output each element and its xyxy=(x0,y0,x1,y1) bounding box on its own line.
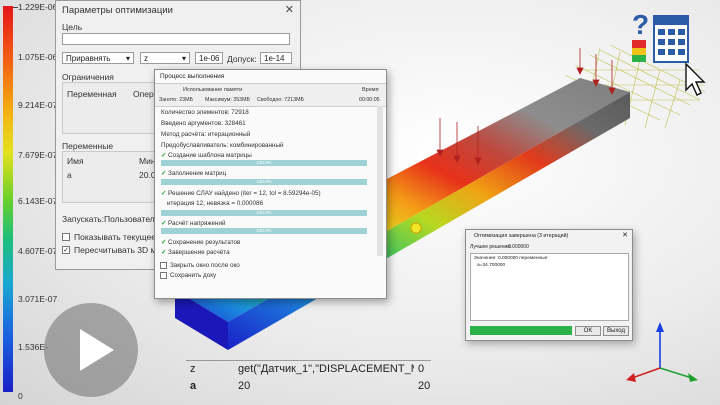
variable-name-cell: a xyxy=(67,170,72,180)
tolerance-label: Допуск: xyxy=(227,54,257,64)
play-icon xyxy=(80,329,114,371)
legend-label-5: 4.607E-07 xyxy=(18,246,58,256)
result-line: Значение: 0.000000 переменные: xyxy=(474,256,549,261)
check-icon: ✓ xyxy=(161,152,167,159)
exit-button[interactable]: Выход xyxy=(603,326,629,336)
log-line: Введено аргументов: 328461 xyxy=(161,120,246,127)
variables-table[interactable]: Имя Миним a 20.00 xyxy=(62,151,166,203)
constraints-col-operation: Опер xyxy=(133,89,154,99)
completion-progress-fill xyxy=(470,326,572,335)
table-cell[interactable]: get("Датчик_1","DISPLACEMENT_MA xyxy=(238,363,414,375)
close-icon[interactable]: ✕ xyxy=(285,3,294,16)
time-label: Время xyxy=(362,87,379,93)
goal-label: Цель xyxy=(62,22,83,32)
table-cell[interactable]: 20 xyxy=(418,380,430,392)
memory-label: Использование памяти xyxy=(183,87,243,93)
step-line: ✓ Заполнение матриц xyxy=(161,170,226,177)
variables-col-name: Имя xyxy=(67,156,84,166)
memory-panel: Использование памяти Время Занято: 23МБ … xyxy=(155,83,386,107)
step-progress-bar: 100.0% xyxy=(161,228,367,234)
legend-label-2: 9.214E-07 xyxy=(18,100,58,110)
legend-label-3: 7.679E-07 xyxy=(18,150,58,160)
best-value: 0.000000 xyxy=(508,244,529,250)
step-line: ✓ Завершение расчёта xyxy=(161,249,230,256)
completion-progress-track xyxy=(470,326,572,335)
ok-button[interactable]: OK xyxy=(575,326,601,336)
mode-select[interactable]: Приравнять ▾ xyxy=(62,52,134,64)
step-progress-bar: 100.0% xyxy=(161,160,367,166)
optimization-complete-dialog: Оптимизация завершена (3 итераций) ✕ Луч… xyxy=(465,229,633,341)
step-line: ✓ Расчёт напряжений xyxy=(161,220,225,227)
step-text: Решение СЛАУ найдено (iter = 12, tol = 8… xyxy=(168,190,321,197)
progress-title: Процесс выполнения xyxy=(160,73,225,80)
check-icon: ✓ xyxy=(161,239,167,246)
step-progress-bar: 100.0% xyxy=(161,210,367,216)
log-line: Количество элементов: 72918 xyxy=(161,109,249,116)
memory-busy: Занято: 23МБ xyxy=(159,97,193,103)
show-current-solution-checkbox[interactable] xyxy=(62,233,70,241)
variables-label: Переменные xyxy=(62,141,114,151)
tolerance-input[interactable]: 1e-14 xyxy=(260,52,292,64)
time-value: 00:00:05 xyxy=(359,97,380,103)
done-title: Оптимизация завершена (3 итераций) xyxy=(474,233,569,239)
memory-free: Свободно: 7213МБ xyxy=(257,97,304,103)
step-text: Сохранение результатов xyxy=(168,239,241,246)
step-text: Расчёт напряжений xyxy=(168,220,226,227)
variable-select-value: z xyxy=(144,54,148,63)
legend-label-8: 0 xyxy=(18,391,23,401)
check-icon: ✓ xyxy=(161,170,167,177)
run-label: Запускать: xyxy=(62,214,104,224)
close-icon[interactable]: ✕ xyxy=(622,231,628,239)
constraints-table[interactable]: Переменная Опер xyxy=(62,82,160,134)
close-after-checkbox[interactable] xyxy=(160,262,167,269)
color-legend-bar xyxy=(3,6,13,392)
legend-label-0: 1.229E-06 xyxy=(18,2,58,12)
step-subtext: итерация 12, невязка = 0.000086 xyxy=(167,200,264,207)
legend-label-4: 6.143E-07 xyxy=(18,196,58,206)
chevron-down-icon: ▾ xyxy=(125,54,130,63)
save-doc-label: Сохранить доку xyxy=(170,272,217,279)
step-line: ✓ Решение СЛАУ найдено (iter = 12, tol =… xyxy=(161,190,321,197)
optimization-app-icon: ? xyxy=(632,9,706,96)
run-value[interactable]: Пользователь xyxy=(104,214,159,224)
legend-label-1: 1.075E-06 xyxy=(18,52,58,62)
check-icon: ✓ xyxy=(161,220,167,227)
check-icon: ✓ xyxy=(161,190,167,197)
step-line: ✓ Создание шаблона матрицы xyxy=(161,152,252,159)
best-label: Лучшее решение: xyxy=(470,244,512,250)
table-cell: a xyxy=(190,380,197,392)
result-textarea[interactable]: Значение: 0.000000 переменные: a=34.7000… xyxy=(470,253,629,321)
log-line: Предобуславливатель: комбинированный xyxy=(161,142,284,149)
log-scrollbar[interactable] xyxy=(377,106,383,256)
close-after-label: Закрыть окно после око xyxy=(170,262,240,269)
chevron-down-icon: ▾ xyxy=(181,54,186,63)
target-value-input[interactable]: 1e-06 xyxy=(195,52,223,64)
save-doc-checkbox[interactable] xyxy=(160,272,167,279)
log-line: Метод расчёта: итерационный xyxy=(161,131,251,138)
table-cell: z xyxy=(190,363,196,375)
axis-triad-icon xyxy=(626,322,698,382)
variable-select[interactable]: z ▾ xyxy=(140,52,190,64)
step-line: ✓ Сохранение результатов xyxy=(161,239,240,246)
progress-dialog: Процесс выполнения Использование памяти … xyxy=(154,69,387,299)
table-divider xyxy=(186,360,431,361)
step-text: Создание шаблона матрицы xyxy=(168,152,252,159)
constraints-col-variable: Переменная xyxy=(67,89,117,99)
constraints-label: Ограничения xyxy=(62,72,114,82)
step-progress-bar: 100.0% xyxy=(161,179,367,185)
goal-input[interactable] xyxy=(62,33,290,45)
step-text: Заполнение матриц xyxy=(168,170,227,177)
dialog-title: Параметры оптимизации xyxy=(62,5,173,16)
table-cell[interactable]: 20 xyxy=(238,380,250,392)
sensor-marker xyxy=(410,222,422,234)
mode-select-value: Приравнять xyxy=(66,54,111,63)
svg-text:?: ? xyxy=(632,9,649,40)
result-line: a=34.700000 xyxy=(477,263,506,268)
memory-max: Максимум: 353МБ xyxy=(205,97,251,103)
play-button[interactable] xyxy=(44,303,138,397)
table-cell[interactable]: 0 xyxy=(418,363,424,375)
recalc-3d-checkbox[interactable]: ✓ xyxy=(62,246,70,254)
check-icon: ✓ xyxy=(161,249,167,256)
step-text: Завершение расчёта xyxy=(168,249,230,256)
